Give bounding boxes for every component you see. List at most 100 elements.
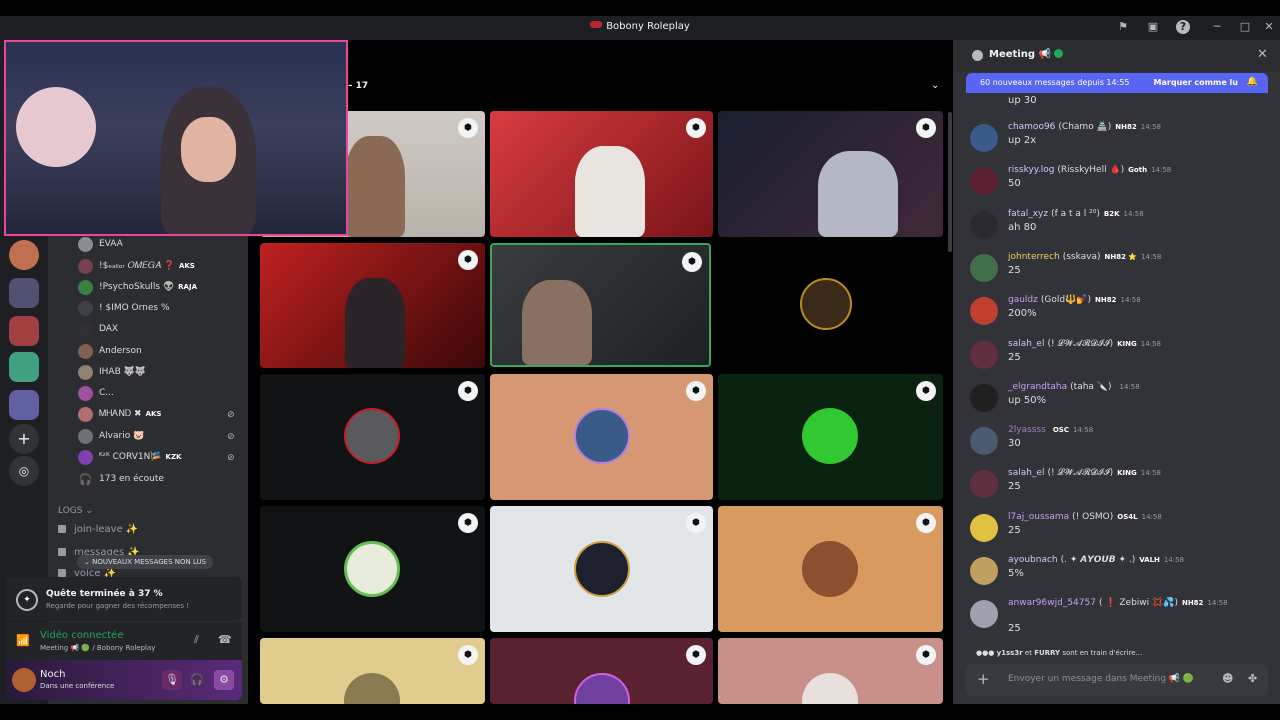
message-author[interactable]: risskyy.log (RisskyHell 🩸) Goth 14:58 [1008, 165, 1171, 175]
message-author[interactable]: salah_el (! 𝓛𝓦𝓐𝓡𝓓𝓘𝓘) KING 14:58 [1008, 339, 1161, 349]
avatar[interactable] [970, 600, 998, 629]
video-tile[interactable]: ⬢ [718, 111, 943, 237]
participant-video [818, 151, 898, 237]
inbox-icon[interactable]: ▣ [1146, 20, 1160, 34]
noise-suppression-icon[interactable]: ⫽ [194, 633, 199, 647]
mute-microphone-button[interactable]: 🎙 [162, 670, 182, 690]
signal-icon[interactable]: 📶 [16, 634, 30, 648]
message-author[interactable]: _elgrandtaha (taha 🔪) 14:58 [1008, 382, 1140, 392]
video-tile[interactable]: ⬢ [490, 638, 713, 704]
pin-icon[interactable]: ⬢ [686, 118, 706, 138]
video-tile[interactable]: ⬢ [260, 506, 485, 632]
message-author[interactable]: johnterrech (sskava) NH82 ⭐ 14:58 [1008, 252, 1161, 262]
disconnect-icon[interactable]: ☎ [218, 633, 232, 646]
video-tile[interactable]: ⬢ [718, 638, 943, 704]
pin-icon[interactable]: ⬢ [916, 645, 936, 665]
video-tile[interactable]: ⬢ [490, 111, 713, 237]
avatar[interactable] [970, 167, 998, 196]
pin-icon[interactable]: ⬢ [686, 645, 706, 665]
video-tile[interactable]: ⬢ [260, 638, 485, 704]
avatar [78, 344, 93, 359]
video-tile-speaking[interactable]: ⬢ [490, 243, 711, 367]
participant-video [345, 278, 405, 368]
video-tile[interactable]: ⬢ [490, 374, 713, 500]
message-composer[interactable]: + Envoyer un message dans Meeting 📢 🟢 ☻ … [966, 664, 1268, 696]
message-author[interactable]: gauldz (Gold🔱💅) NH82 14:58 [1008, 295, 1141, 305]
timestamp: 14:58 [1141, 512, 1162, 521]
avatar [78, 322, 93, 337]
message-text: 25 [1008, 351, 1021, 363]
message-author[interactable]: anwar96wjd_54757( ❗ Zebiwi 💢💦) NH82 14:58 [1008, 598, 1228, 608]
server-icon[interactable] [9, 240, 39, 270]
video-tile[interactable]: ⬢ [260, 243, 485, 368]
message-input[interactable]: Envoyer un message dans Meeting 📢 🟢 [1008, 674, 1194, 684]
avatar[interactable] [970, 383, 998, 412]
close-icon[interactable]: ✕ [1257, 47, 1268, 62]
avatar[interactable] [970, 297, 998, 326]
avatar[interactable] [970, 340, 998, 369]
avatar[interactable] [970, 470, 998, 499]
avatar [802, 673, 858, 704]
discover-icon[interactable]: ◎ [9, 456, 39, 486]
avatar[interactable] [12, 668, 36, 692]
pin-icon[interactable]: ⬢ [458, 513, 478, 533]
add-server-icon[interactable]: + [9, 424, 39, 454]
pin-icon[interactable]: ⬢ [686, 381, 706, 401]
avatar[interactable] [970, 557, 998, 585]
message-author[interactable]: salah_el (! 𝓛𝓦𝓐𝓡𝓓𝓘𝓘) KING 14:58 [1008, 468, 1161, 478]
pin-icon[interactable]: ⬢ [916, 513, 936, 533]
timestamp: 14:58 [1072, 426, 1094, 435]
message-author[interactable]: l7aj_oussama (! OSMO) OS4L 14:58 [1008, 512, 1162, 522]
video-tile[interactable]: ⬢ [490, 506, 713, 632]
minimize-button[interactable]: ─ [1210, 20, 1224, 34]
close-window-button[interactable]: ✕ [1262, 20, 1276, 34]
video-tile[interactable]: ⬢ [260, 374, 485, 500]
video-tile[interactable]: ⬢ [718, 506, 943, 632]
avatar [574, 673, 630, 704]
settings-gear-icon[interactable]: ⚙ [214, 670, 234, 690]
channel-join-leave[interactable]: join-leave ✨ [58, 524, 138, 535]
pin-icon[interactable]: ⬢ [458, 250, 478, 270]
deafen-button[interactable]: 🎧 [187, 670, 207, 690]
avatar[interactable] [970, 513, 998, 542]
pin-icon[interactable]: ⬢ [458, 645, 478, 665]
video-tile[interactable]: ⬢ [718, 374, 943, 500]
server-folder-icon[interactable] [9, 278, 39, 308]
pin-icon[interactable]: ⬢ [686, 513, 706, 533]
pin-icon[interactable]: ⬢ [916, 118, 936, 138]
help-icon[interactable]: ? [1176, 20, 1190, 34]
add-attachment-icon[interactable]: + [977, 670, 990, 688]
participant-video [345, 136, 405, 237]
stage-scrollbar[interactable] [948, 112, 952, 252]
server-folder-icon[interactable] [9, 390, 39, 420]
picture-in-picture-video[interactable] [4, 40, 348, 236]
mark-as-read-button[interactable]: Marquer comme lu [1154, 78, 1238, 87]
apps-icon[interactable]: ✤ [1248, 672, 1257, 685]
pin-icon[interactable]: ⬢ [458, 118, 478, 138]
maximize-button[interactable]: □ [1238, 20, 1252, 34]
unread-messages-pill[interactable]: ⌄ NOUVEAUX MESSAGES NON LUS [77, 555, 214, 569]
flag-icon[interactable]: ⚑ [1116, 20, 1130, 34]
emoji-icon[interactable]: ☻ [1222, 672, 1233, 685]
new-messages-bar[interactable]: 60 nouveaux messages depuis 14:55 Marque… [966, 73, 1268, 93]
server-folder-icon[interactable] [9, 352, 39, 382]
message-author[interactable]: 2lyassss OSC 14:58 [1008, 425, 1093, 435]
avatar[interactable] [970, 124, 998, 152]
message-author[interactable]: chamoo96 (Chamo 🏯) NH82 14:58 [1008, 122, 1161, 132]
chevron-down-icon[interactable]: ⌄ [931, 80, 939, 91]
voice-channel[interactable]: Meeting 📢 🟢 / Bobony Roleplay [40, 644, 155, 652]
pin-icon[interactable]: ⬢ [916, 381, 936, 401]
logs-category[interactable]: LOGS ⌄ [58, 506, 93, 516]
avatar[interactable] [970, 210, 998, 239]
server-folder-icon[interactable] [9, 316, 39, 346]
message-author[interactable]: fatal_xyz (f a t a l ²⁰) B2K 14:58 [1008, 209, 1144, 219]
avatar[interactable] [970, 253, 998, 282]
username[interactable]: Noch [40, 669, 65, 680]
pin-icon[interactable]: ⬢ [682, 252, 702, 272]
avatar[interactable] [970, 427, 998, 456]
video-tile[interactable] [718, 243, 943, 368]
message-author[interactable]: ayoubnach (. ✦ 𝘼𝙔𝙊𝙐𝘽 ✦ .) VALH 14:58 [1008, 555, 1184, 565]
pin-icon[interactable]: ⬢ [458, 381, 478, 401]
muted-icon: ⊘ [227, 432, 235, 442]
quest-progress-panel[interactable]: ✦ Quête terminée à 37 % Regarde pour gag… [6, 577, 242, 621]
